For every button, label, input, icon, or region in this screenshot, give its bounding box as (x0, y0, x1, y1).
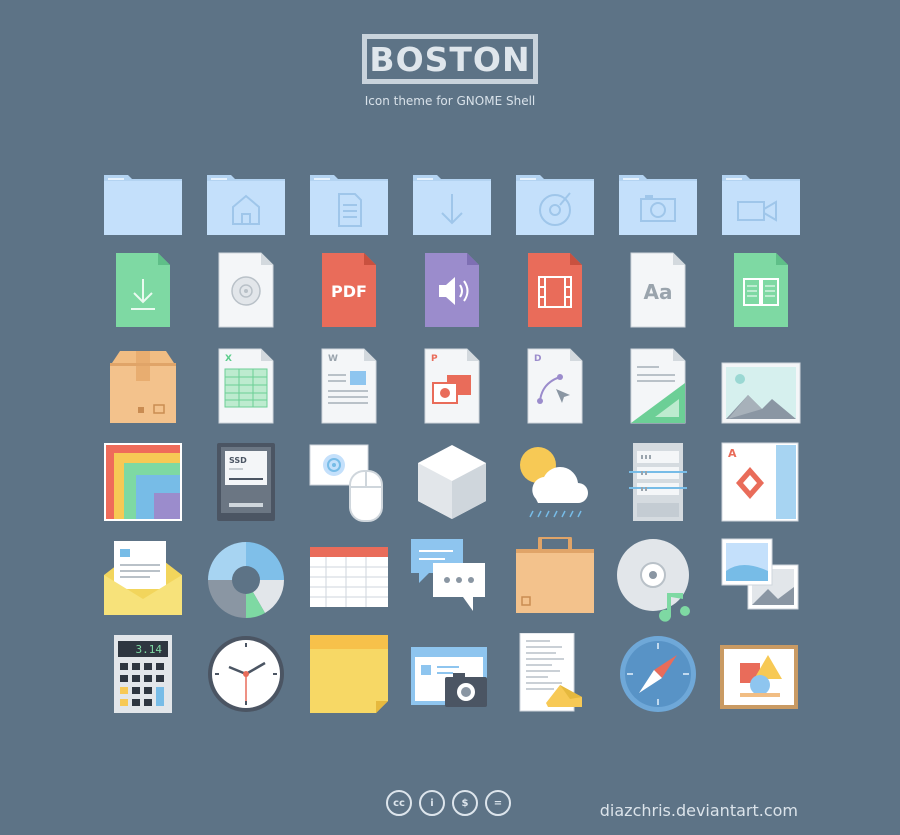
screenshot-icon[interactable] (409, 633, 495, 719)
template-file-icon[interactable] (615, 345, 701, 431)
folder-home-icon[interactable] (203, 167, 289, 253)
sticky-note-icon[interactable] (306, 633, 392, 719)
image-viewer-icon[interactable] (718, 537, 804, 623)
server-icon[interactable] (615, 441, 701, 527)
excel-badge: X (225, 354, 232, 364)
calculator-icon[interactable]: 3.14 (100, 633, 186, 719)
draw-badge: D (534, 354, 541, 364)
font-file-icon[interactable]: Aa (615, 249, 701, 335)
briefcase-icon[interactable] (512, 537, 598, 623)
spreadsheet-app-icon[interactable] (306, 537, 392, 623)
pdf-label: PDF (331, 282, 367, 301)
card-game-icon[interactable]: A (718, 441, 804, 527)
cc-license-icon[interactable]: cc (386, 790, 412, 816)
app-subtitle: Icon theme for GNOME Shell (364, 94, 536, 108)
text-editor-icon[interactable] (512, 633, 598, 719)
compass-browser-icon[interactable] (615, 633, 701, 719)
weather-icon[interactable] (512, 441, 598, 527)
folder-downloads-icon[interactable] (409, 167, 495, 253)
clock-icon[interactable] (203, 633, 289, 719)
folder-icon[interactable] (100, 167, 186, 253)
app-title: BOSTON (369, 39, 531, 79)
icon-grid: PDF Aa X W P D SSD A 3.14 (100, 167, 801, 719)
ebook-file-icon[interactable] (718, 249, 804, 335)
pdf-file-icon[interactable]: PDF (306, 249, 392, 335)
folder-pictures-icon[interactable] (615, 167, 701, 253)
mail-icon[interactable] (100, 537, 186, 623)
word-badge: W (328, 354, 338, 364)
folder-videos-icon[interactable] (718, 167, 804, 253)
audio-file-icon[interactable] (409, 249, 495, 335)
disc-image-file-icon[interactable] (203, 249, 289, 335)
chat-icon[interactable] (409, 537, 495, 623)
author-credit-link[interactable]: diazchris.deviantart.com (600, 801, 798, 820)
color-palette-icon[interactable] (100, 441, 186, 527)
ssd-drive-icon[interactable]: SSD (203, 441, 289, 527)
3d-cube-icon[interactable] (409, 441, 495, 527)
input-mouse-icon[interactable] (306, 441, 392, 527)
ssd-label: SSD (229, 456, 247, 465)
app-logo: BOSTON (362, 34, 538, 84)
folder-music-icon[interactable] (512, 167, 598, 253)
calculator-display: 3.14 (136, 643, 163, 656)
presentation-file-icon[interactable]: P (409, 345, 495, 431)
pie-chart-icon[interactable] (203, 537, 289, 623)
non-commercial-icon[interactable]: $ (452, 790, 478, 816)
no-derivatives-icon[interactable]: = (485, 790, 511, 816)
text-document-file-icon[interactable]: W (306, 345, 392, 431)
powerpoint-badge: P (431, 354, 438, 364)
music-disc-icon[interactable] (615, 537, 701, 623)
video-file-icon[interactable] (512, 249, 598, 335)
picture-frame-icon[interactable] (718, 633, 804, 719)
drawing-file-icon[interactable]: D (512, 345, 598, 431)
download-file-icon[interactable] (100, 249, 186, 335)
spreadsheet-file-icon[interactable]: X (203, 345, 289, 431)
card-rank: A (728, 447, 737, 460)
image-file-icon[interactable] (718, 345, 804, 431)
license-icons: cc i $ = (386, 790, 511, 816)
folder-documents-icon[interactable] (306, 167, 392, 253)
package-icon[interactable] (100, 345, 186, 431)
font-preview-label: Aa (644, 280, 673, 304)
attribution-icon[interactable]: i (419, 790, 445, 816)
